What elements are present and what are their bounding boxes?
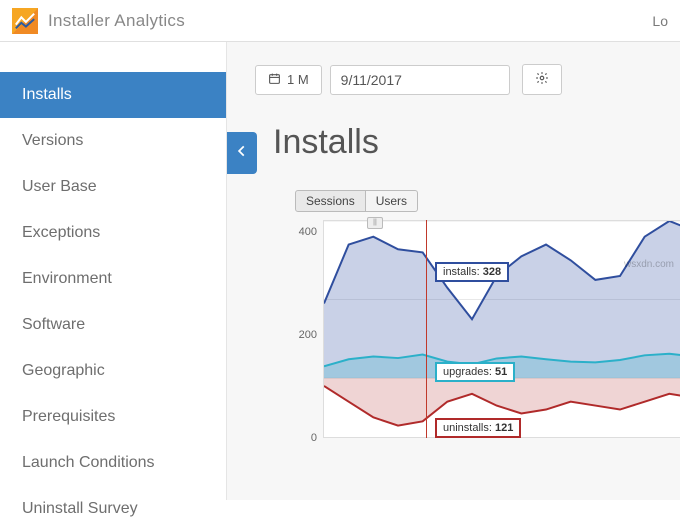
tab-sessions[interactable]: Sessions — [295, 190, 366, 212]
gear-icon — [535, 71, 549, 88]
sidebar-item-software[interactable]: Software — [0, 302, 226, 348]
y-tick: 0 — [289, 432, 317, 444]
tooltip-value: 328 — [483, 266, 501, 278]
sidebar-item-launch-conditions[interactable]: Launch Conditions — [0, 440, 226, 486]
page-title: Installs — [273, 123, 379, 162]
tooltip-label: uninstalls: — [443, 422, 492, 434]
tooltip-installs: installs: 328 — [435, 262, 509, 282]
tooltip-value: 121 — [495, 422, 513, 434]
main-panel: 1 M Installs Sessions Users 400 200 0 Se… — [227, 42, 680, 500]
calendar-icon — [268, 72, 281, 88]
watermark: wsxdn.com — [624, 259, 674, 270]
y-tick: 200 — [289, 329, 317, 341]
sidebar-item-user-base[interactable]: User Base — [0, 164, 226, 210]
y-tick: 400 — [289, 226, 317, 238]
tab-users[interactable]: Users — [366, 190, 418, 212]
range-handle[interactable]: || — [367, 217, 383, 229]
header-login-link[interactable]: Lo — [652, 13, 668, 29]
tooltip-label: upgrades: — [443, 366, 492, 378]
page-title-row: Installs — [273, 123, 680, 162]
settings-button[interactable] — [522, 64, 562, 95]
tooltip-upgrades: upgrades: 51 — [435, 362, 515, 382]
sidebar-item-installs[interactable]: Installs — [0, 72, 226, 118]
sidebar-item-prerequisites[interactable]: Prerequisites — [0, 394, 226, 440]
sidebar-item-geographic[interactable]: Geographic — [0, 348, 226, 394]
toolbar: 1 M — [255, 64, 680, 95]
app-header: Installer Analytics Lo — [0, 0, 680, 42]
app-title: Installer Analytics — [48, 11, 185, 31]
y-axis: 400 200 0 — [289, 220, 317, 450]
sidebar-item-versions[interactable]: Versions — [0, 118, 226, 164]
sidebar-item-uninstall-survey[interactable]: Uninstall Survey — [0, 486, 226, 532]
tooltip-label: installs: — [443, 266, 480, 278]
sidebar-item-environment[interactable]: Environment — [0, 256, 226, 302]
cursor-line — [426, 220, 427, 438]
installs-chart: 400 200 0 Sep 12 Sep 16 Sep 20 Sep 24 ||… — [295, 220, 680, 450]
plot-area[interactable] — [323, 220, 680, 438]
app-logo-icon — [12, 8, 38, 34]
sidebar-item-exceptions[interactable]: Exceptions — [0, 210, 226, 256]
date-range-button[interactable]: 1 M — [255, 65, 322, 95]
chevron-left-icon — [235, 144, 249, 163]
plot-svg — [324, 221, 680, 437]
date-input[interactable] — [330, 65, 510, 95]
tooltip-uninstalls: uninstalls: 121 — [435, 418, 521, 438]
chart-mode-tabs: Sessions Users — [295, 190, 680, 212]
date-range-label: 1 M — [287, 72, 309, 87]
collapse-sidebar-button[interactable] — [227, 132, 257, 174]
sidebar: Installs Versions User Base Exceptions E… — [0, 42, 227, 500]
tooltip-value: 51 — [495, 366, 507, 378]
